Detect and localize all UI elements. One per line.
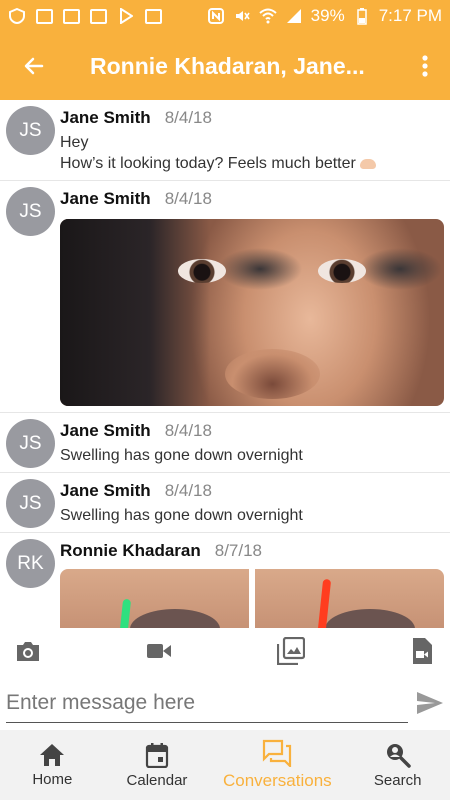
camera-icon	[17, 642, 39, 661]
play-store-icon	[117, 8, 135, 24]
app-bar: Ronnie Khadaran, Jane...	[0, 32, 450, 100]
nav-home-label: Home	[32, 770, 73, 788]
video-icon	[147, 644, 172, 658]
nav-search[interactable]: Search	[345, 730, 450, 800]
gallery-icon	[276, 637, 305, 665]
status-bar: 39% 7:17 PM	[0, 0, 450, 32]
nav-conversations[interactable]: Conversations	[209, 730, 345, 800]
conversation-title: Ronnie Khadaran, Jane...	[90, 52, 365, 79]
photo-hair	[60, 219, 210, 406]
sender-name: Jane Smith	[60, 421, 151, 440]
home-icon	[40, 743, 65, 766]
shield-wifi-icon	[8, 8, 26, 24]
status-system: 39% 7:17 PM	[207, 6, 442, 26]
attachment-toolbar	[0, 628, 450, 674]
nav-calendar[interactable]: Calendar	[105, 730, 210, 800]
send-icon	[417, 692, 443, 714]
photo-eye-left	[178, 259, 226, 283]
nfc-icon	[207, 8, 225, 24]
overflow-menu-button[interactable]	[400, 32, 450, 100]
message-date: 8/4/18	[164, 108, 212, 127]
photo-nose	[225, 349, 320, 399]
file-button[interactable]	[402, 631, 442, 671]
camera-button[interactable]	[8, 631, 48, 671]
nav-home[interactable]: Home	[0, 730, 105, 800]
avatar: JS	[6, 419, 55, 468]
bottom-navigation: Home Calendar Conversations Search	[0, 730, 450, 800]
more-vert-icon	[422, 55, 428, 77]
nav-search-label: Search	[373, 771, 422, 789]
back-button[interactable]	[0, 32, 68, 100]
signal-icon	[285, 8, 303, 24]
avatar: JS	[6, 187, 55, 236]
message-item[interactable]: JS Jane Smith 8/4/18	[0, 181, 450, 413]
status-notifications	[8, 8, 162, 24]
photo-eye	[130, 609, 220, 628]
message-line: How’s it looking today? Feels much bette…	[60, 155, 356, 172]
photo-eye	[325, 609, 415, 628]
flipboard-icon	[90, 8, 107, 24]
photo-attachment[interactable]	[60, 219, 444, 406]
calendar-icon	[145, 742, 169, 768]
message-item[interactable]: JS Jane Smith 8/4/18 Swelling has gone d…	[0, 473, 450, 533]
message-line: Hey	[60, 134, 89, 151]
flexed-biceps-emoji	[360, 158, 377, 169]
battery-percent: 39%	[310, 6, 345, 25]
sender-name: Jane Smith	[60, 189, 151, 208]
message-date: 8/4/18	[164, 481, 212, 500]
sender-name: Jane Smith	[60, 481, 151, 500]
image-icon	[63, 8, 80, 24]
avatar: JS	[6, 479, 55, 528]
file-video-icon	[412, 638, 432, 664]
message-item[interactable]: RK Ronnie Khadaran 8/7/18	[0, 533, 450, 628]
clock: 7:17 PM	[378, 6, 442, 25]
message-item[interactable]: JS Jane Smith 8/4/18 Hey How’s it lookin…	[0, 100, 450, 181]
twitch-icon	[36, 8, 53, 24]
message-date: 8/7/18	[214, 541, 263, 560]
photo-after	[255, 569, 444, 628]
search-person-icon	[386, 743, 411, 768]
nav-conversations-label: Conversations	[223, 771, 332, 790]
message-text: Swelling has gone down overnight	[60, 507, 303, 524]
gallery-button[interactable]	[271, 631, 311, 671]
receipt-icon	[145, 8, 162, 24]
arrow-back-icon	[24, 57, 44, 75]
message-date: 8/4/18	[164, 421, 212, 440]
message-text: Hey How’s it looking today? Feels much b…	[60, 132, 444, 174]
message-input[interactable]	[6, 683, 408, 723]
battery-icon	[353, 8, 371, 25]
nav-calendar-label: Calendar	[126, 771, 188, 789]
photo-eye-right	[318, 259, 366, 283]
composer	[0, 680, 450, 726]
conversations-icon	[263, 739, 292, 767]
sender-name: Ronnie Khadaran	[60, 541, 201, 560]
message-item[interactable]: JS Jane Smith 8/4/18 Swelling has gone d…	[0, 413, 450, 473]
sender-name: Jane Smith	[60, 108, 151, 127]
mute-icon	[233, 8, 251, 24]
video-button[interactable]	[139, 631, 179, 671]
send-button[interactable]	[410, 683, 450, 723]
avatar: JS	[6, 106, 55, 155]
message-date: 8/4/18	[164, 189, 212, 208]
photo-before	[60, 569, 249, 628]
avatar: RK	[6, 539, 55, 588]
annotation-stroke-green	[116, 598, 132, 628]
photo-attachment[interactable]	[60, 569, 444, 628]
message-text: Swelling has gone down overnight	[60, 447, 303, 464]
message-list[interactable]: JS Jane Smith 8/4/18 Hey How’s it lookin…	[0, 100, 450, 628]
wifi-icon	[258, 8, 277, 24]
